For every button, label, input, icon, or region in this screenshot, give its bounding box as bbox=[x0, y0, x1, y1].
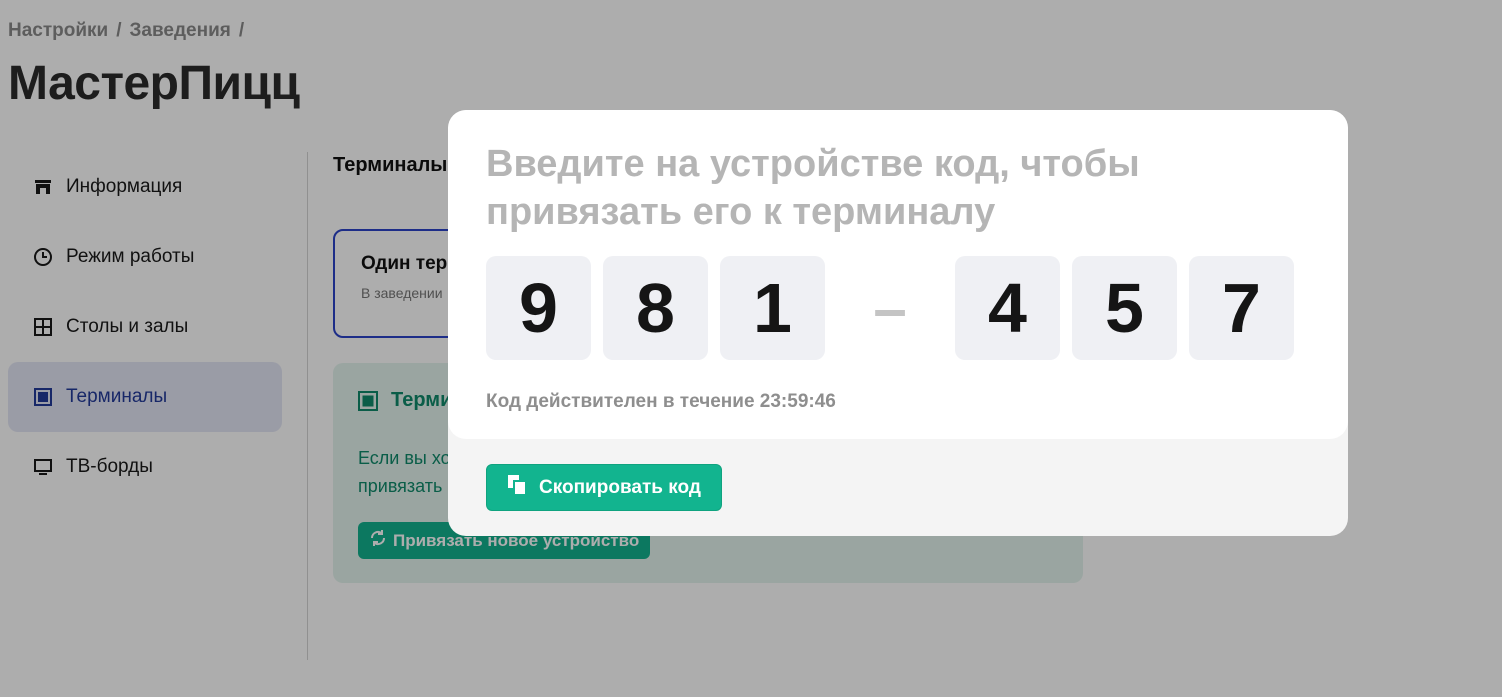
code-separator: – bbox=[873, 274, 907, 342]
code-digit: 4 bbox=[955, 256, 1060, 360]
code-digit: 8 bbox=[603, 256, 708, 360]
code-validity-text: Код действителен в течение 23:59:46 bbox=[486, 391, 836, 412]
code-digit: 1 bbox=[720, 256, 825, 360]
code-digit: 5 bbox=[1072, 256, 1177, 360]
settings-page: Настройки / Заведения / МастерПицц Инфор… bbox=[0, 0, 1502, 697]
code-digit: 9 bbox=[486, 256, 591, 360]
copy-icon bbox=[507, 474, 527, 502]
copy-code-label: Скопировать код bbox=[539, 476, 701, 498]
pairing-code: 9 8 1 – 4 5 7 bbox=[486, 256, 1294, 360]
modal-body: Введите на устройстве код, чтобы привяза… bbox=[448, 110, 1348, 439]
copy-code-button[interactable]: Скопировать код bbox=[486, 464, 722, 511]
pairing-code-modal: Введите на устройстве код, чтобы привяза… bbox=[448, 110, 1348, 536]
modal-title: Введите на устройстве код, чтобы привяза… bbox=[486, 143, 1140, 233]
code-digit: 7 bbox=[1189, 256, 1294, 360]
